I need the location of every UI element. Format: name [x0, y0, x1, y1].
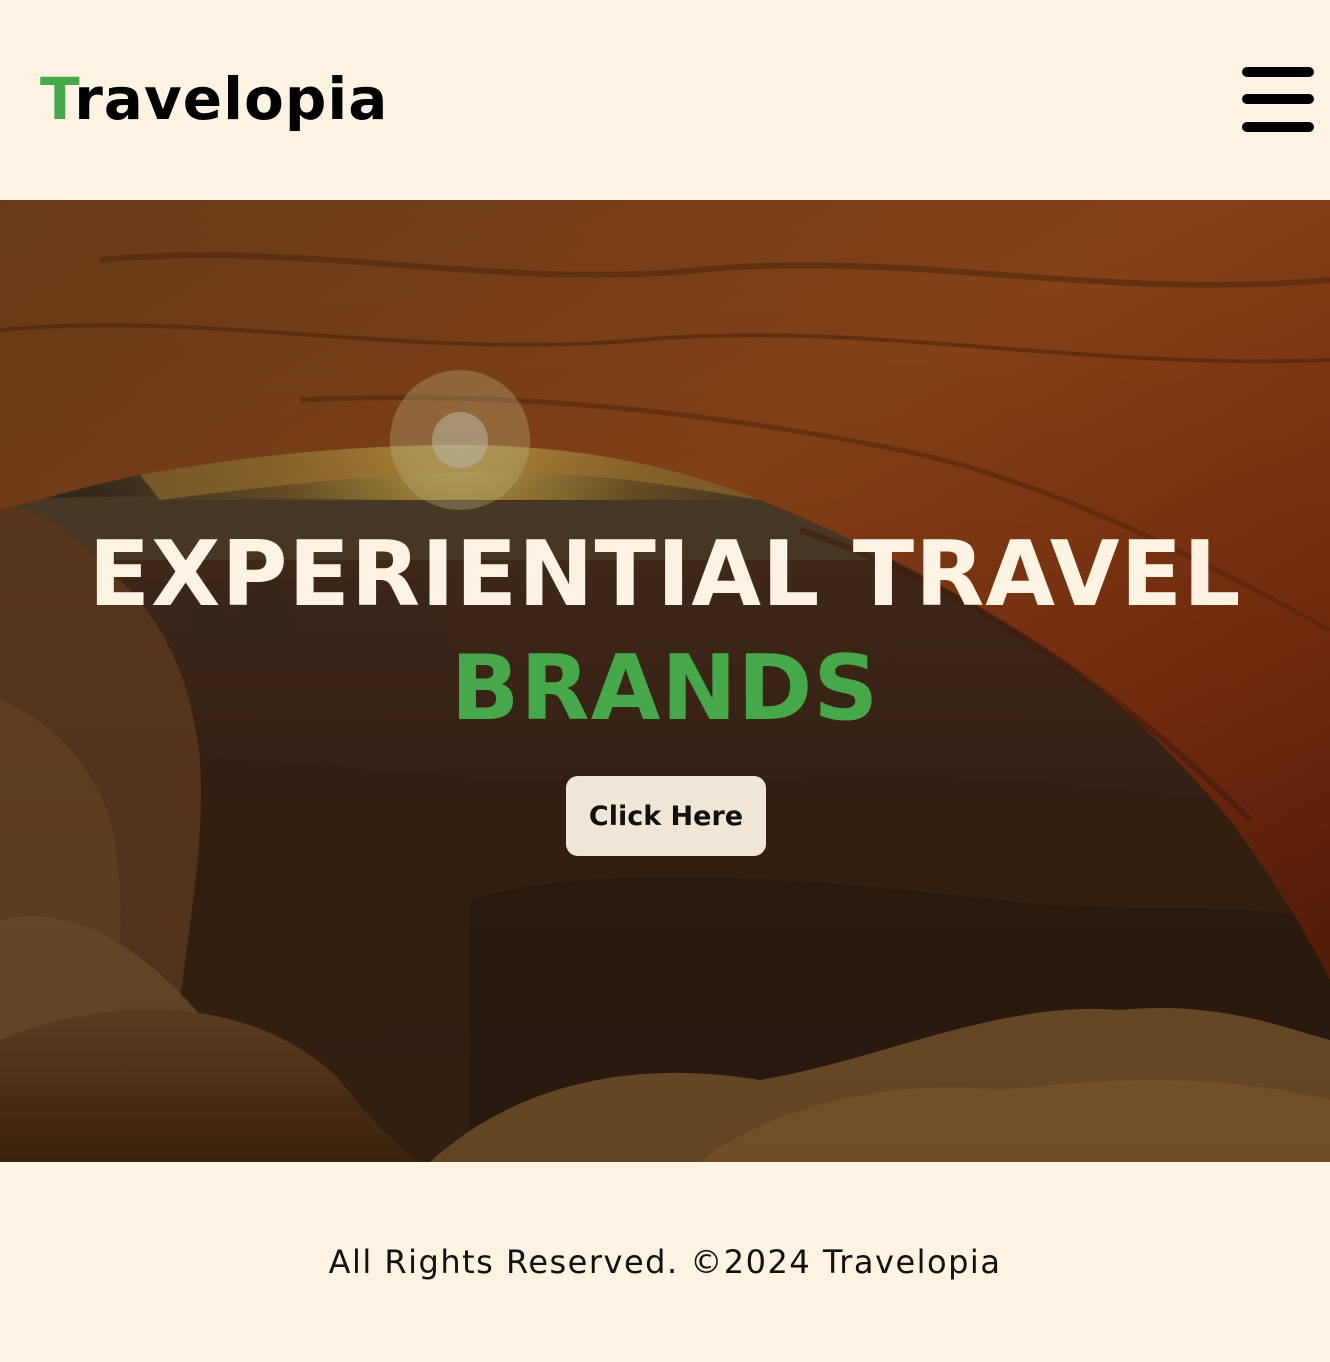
- logo-rest: ravelopia: [74, 65, 389, 133]
- menu-bar-bottom: [1242, 122, 1314, 132]
- logo-first-letter: T: [40, 65, 75, 133]
- menu-bar-top: [1242, 67, 1314, 77]
- hero-section: EXPERIENTIAL TRAVEL BRANDS Click Here: [0, 200, 1330, 1162]
- hero-title-line-1: EXPERIENTIAL TRAVEL: [88, 522, 1242, 627]
- hamburger-menu-icon[interactable]: [1242, 67, 1314, 133]
- menu-bar-middle: [1242, 94, 1314, 104]
- site-header: Travelopia: [0, 0, 1330, 200]
- click-here-button[interactable]: Click Here: [566, 776, 766, 856]
- copyright-text: All Rights Reserved. ©2024 Travelopia: [328, 1243, 1002, 1281]
- hero-title-line-2: BRANDS: [450, 636, 880, 741]
- site-logo[interactable]: Travelopia: [40, 62, 388, 136]
- site-footer: All Rights Reserved. ©2024 Travelopia: [0, 1162, 1330, 1362]
- hero-title: EXPERIENTIAL TRAVEL BRANDS: [0, 518, 1330, 746]
